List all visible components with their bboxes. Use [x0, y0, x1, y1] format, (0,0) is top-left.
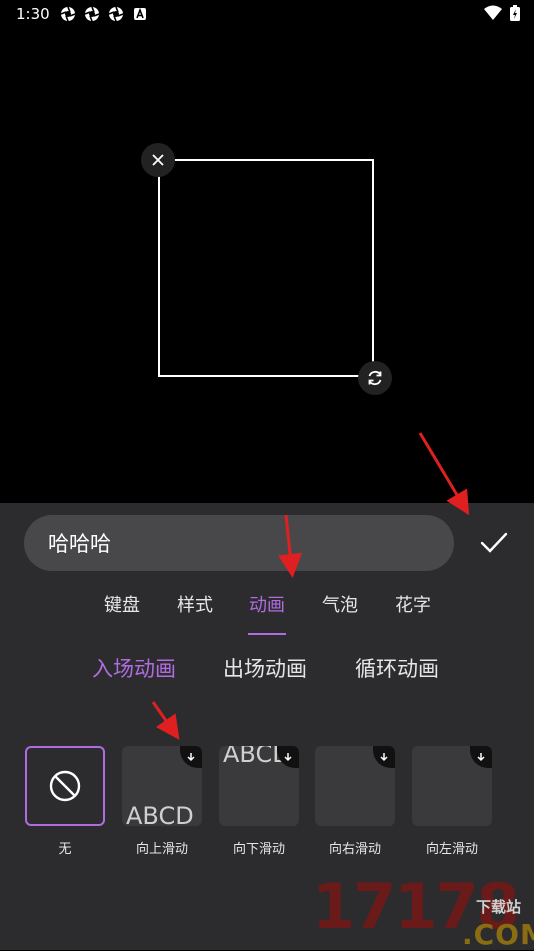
- watermark: 17178 下载站 .COM: [312, 860, 534, 951]
- status-time: 1:30: [16, 5, 50, 23]
- text-input[interactable]: [24, 515, 454, 571]
- subtab-entrance[interactable]: 入场动画: [92, 653, 176, 683]
- animation-slide-up-tile[interactable]: ABCD: [122, 746, 202, 826]
- status-bar: 1:30: [0, 0, 534, 28]
- ban-icon: [49, 770, 81, 802]
- animation-slide-left-tile[interactable]: [412, 746, 492, 826]
- download-icon: [180, 746, 202, 768]
- subtab-exit[interactable]: 出场动画: [223, 653, 307, 683]
- tab-keyboard[interactable]: 键盘: [92, 591, 152, 617]
- watermark-sub: 下载站: [476, 898, 522, 916]
- aperture-icon: [84, 6, 100, 22]
- wifi-icon: [484, 5, 502, 20]
- active-tab-indicator: [248, 633, 286, 635]
- battery-icon: [510, 5, 520, 21]
- animation-label: 向下滑动: [232, 842, 285, 857]
- animation-label: 无: [58, 842, 72, 857]
- animation-label: 向右滑动: [328, 842, 381, 857]
- animation-sample-text: ABCD: [126, 802, 194, 826]
- tab-animation[interactable]: 动画: [237, 591, 297, 617]
- text-bounding-box[interactable]: [158, 159, 374, 377]
- animation-label: 向左滑动: [425, 842, 478, 857]
- tab-fancy-text[interactable]: 花字: [383, 591, 443, 617]
- status-system-icons: [484, 5, 520, 21]
- tab-style[interactable]: 样式: [165, 591, 225, 617]
- download-icon: [373, 746, 395, 768]
- animation-slide-right-tile[interactable]: [315, 746, 395, 826]
- animation-slide-down-tile[interactable]: ABCD: [219, 746, 299, 826]
- aperture-icon: [108, 6, 124, 22]
- status-notification-icons: [60, 6, 148, 22]
- rotate-icon[interactable]: [358, 361, 392, 395]
- font-a-icon: [134, 7, 146, 20]
- animation-label: 向上滑动: [135, 842, 188, 857]
- animation-list: 无 ABCD 向上滑动 ABCD 向下滑动 向右滑动 向左滑动: [0, 746, 534, 866]
- download-icon: [470, 746, 492, 768]
- video-preview[interactable]: [0, 28, 534, 503]
- animation-type-tabs: 入场动画 出场动画 循环动画: [0, 653, 534, 693]
- animation-none-tile[interactable]: [25, 746, 105, 826]
- close-icon[interactable]: [141, 143, 175, 177]
- subtab-loop[interactable]: 循环动画: [355, 653, 439, 683]
- check-icon[interactable]: [474, 525, 514, 561]
- watermark-domain: .COM: [462, 918, 534, 951]
- editor-tabs: 键盘 样式 动画 气泡 花字: [0, 591, 534, 641]
- tab-bubble[interactable]: 气泡: [310, 591, 370, 617]
- aperture-icon: [60, 6, 76, 22]
